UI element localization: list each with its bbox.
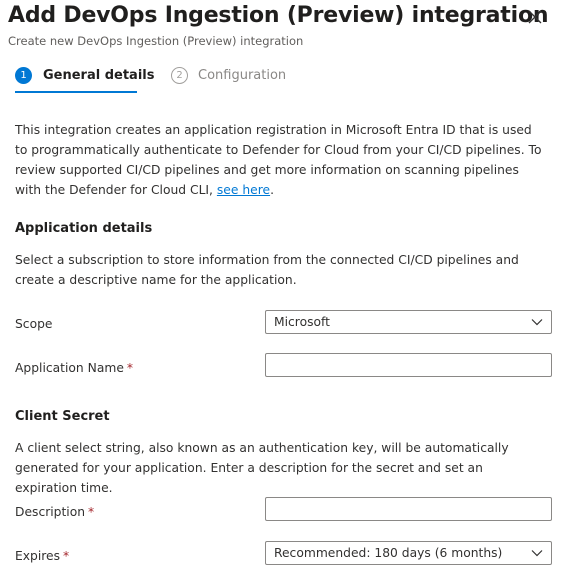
close-icon[interactable] <box>527 9 543 25</box>
description-input[interactable] <box>265 497 552 521</box>
step-label: General details <box>43 68 155 83</box>
see-here-link[interactable]: see here <box>217 183 270 197</box>
required-marker: * <box>63 549 70 563</box>
add-integration-panel: Add DevOps Ingestion (Preview) integrati… <box>0 0 561 578</box>
application-name-label: Application Name * <box>15 361 134 375</box>
active-step-indicator <box>15 91 137 93</box>
step-label: Configuration <box>198 68 287 83</box>
scope-label: Scope <box>15 317 53 331</box>
required-marker: * <box>126 361 134 375</box>
description-label: Description * <box>15 505 95 519</box>
step-number: 2 <box>171 67 188 84</box>
expires-label: Expires * <box>15 549 70 563</box>
chevron-down-icon <box>531 319 543 326</box>
scope-dropdown[interactable]: Microsoft <box>265 310 552 334</box>
client-secret-heading: Client Secret <box>15 409 110 424</box>
panel-title: Add DevOps Ingestion (Preview) integrati… <box>8 3 549 28</box>
intro-text: This integration creates an application … <box>15 123 542 197</box>
step-number: 1 <box>15 67 32 84</box>
scope-selected-value: Microsoft <box>274 315 330 329</box>
required-marker: * <box>88 505 95 519</box>
panel-subtitle: Create new DevOps Ingestion (Preview) in… <box>8 34 304 48</box>
application-details-heading: Application details <box>15 221 153 236</box>
expires-dropdown[interactable]: Recommended: 180 days (6 months) <box>265 541 552 565</box>
application-details-description: Select a subscription to store informati… <box>15 253 519 287</box>
expires-selected-value: Recommended: 180 days (6 months) <box>274 546 503 560</box>
chevron-down-icon <box>531 550 543 557</box>
client-secret-description: A client select string, also known as an… <box>15 441 509 495</box>
application-name-input[interactable] <box>265 353 552 377</box>
